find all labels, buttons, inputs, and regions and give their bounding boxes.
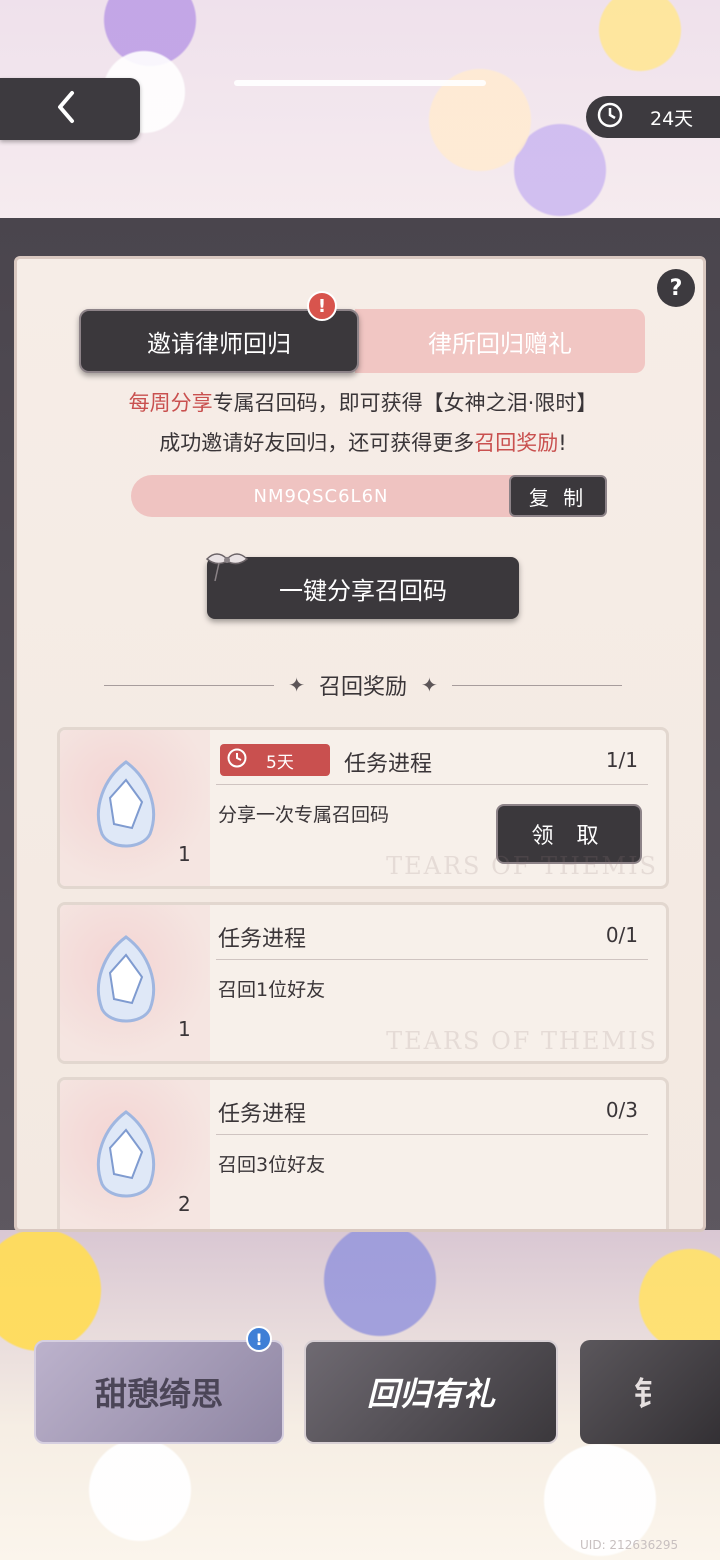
event-tab-alert-badge: ! [246,1326,272,1352]
help-button[interactable]: ? [657,269,695,307]
desc-text-1: 专属召回码，即可获得【女神之泪·限时】 [212,391,598,415]
sparkle-icon: ✦ [421,673,438,697]
ribbon-icon [197,547,257,587]
divider-right [451,684,622,686]
timer-text: 24天 [650,107,694,130]
event-timer: 24天 [586,96,720,138]
desc-text-2: 成功邀请好友回归，还可获得更多 [159,431,475,455]
watermark-text: TEARS OF THEMIS [386,1027,658,1055]
desc-text-2-end: ! [558,431,567,455]
reward-card: 1 5天 任务进程 1/1 分享一次专属召回码 领 取 TEARS OF THE… [57,727,669,889]
clock-icon [226,747,248,774]
desc-highlight-weekly: 每周分享 [128,391,213,415]
goddess-tear-gem-icon [97,1110,155,1198]
rewards-section-title: ✦ 召回奖励 ✦ [17,667,703,703]
task-title: 任务进程 [218,1102,307,1127]
task-title: 任务进程 [344,752,433,777]
task-divider [216,1134,648,1135]
tab-return-gift[interactable]: 律所回归赠礼 [355,309,645,373]
recall-panel: ? 律所回归赠礼 邀请律师回归 ! 每周分享专属召回码，即可获得【女神之泪·限时… [14,256,706,1232]
event-tab-return-gift[interactable]: 回归有礼 [304,1340,558,1444]
goddess-tear-gem-icon [97,935,155,1023]
task-description: 分享一次专属召回码 [218,804,390,826]
task-description: 召回1位好友 [218,979,326,1001]
user-id: UID: 212636295 [580,1538,679,1552]
reward-card: 1 任务进程 0/1 召回1位好友 TEARS OF THEMIS [57,902,669,1064]
description-line-1: 每周分享专属召回码，即可获得【女神之泪·限时】 [17,387,703,417]
desc-highlight-rewards: 召回奖励 [474,431,559,455]
clock-icon [596,101,624,134]
task-progress: 1/1 [605,748,638,772]
divider-left [104,684,275,686]
goddess-tear-gem-icon [97,760,155,848]
task-divider [216,959,648,960]
recall-code-row: NM9QSC6L6N 复 制 [131,475,607,517]
tab-alert-badge: ! [307,291,337,321]
sparkle-icon: ✦ [288,673,305,697]
event-tab-partial[interactable]: 钅 [580,1340,720,1444]
task-title: 任务进程 [218,927,307,952]
reward-card: 2 任务进程 0/3 召回3位好友 [57,1077,669,1229]
event-tab-sweet-rest[interactable]: 甜憩绮思 [34,1340,284,1444]
recall-code: NM9QSC6L6N [253,485,389,507]
task-divider [216,784,648,785]
rewards-title-text: 召回奖励 [318,675,407,700]
task-timer-text: 5天 [266,752,294,773]
top-handle-bar [234,80,486,86]
back-button[interactable] [0,78,140,140]
watermark-text: TEARS OF THEMIS [386,852,658,880]
reward-count: 1 [178,842,191,866]
bottom-event-tabs: 甜憩绮思 ! 回归有礼 钅 [0,1326,720,1450]
reward-count: 2 [178,1192,191,1216]
reward-count: 1 [178,1017,191,1041]
task-progress: 0/1 [605,923,638,947]
task-timer-badge: 5天 [220,744,330,776]
task-description: 召回3位好友 [218,1154,326,1176]
copy-button[interactable]: 复 制 [509,475,607,517]
chevron-left-icon [54,89,78,129]
task-progress: 0/3 [605,1098,638,1122]
description-line-2: 成功邀请好友回归，还可获得更多召回奖励! [17,427,703,457]
